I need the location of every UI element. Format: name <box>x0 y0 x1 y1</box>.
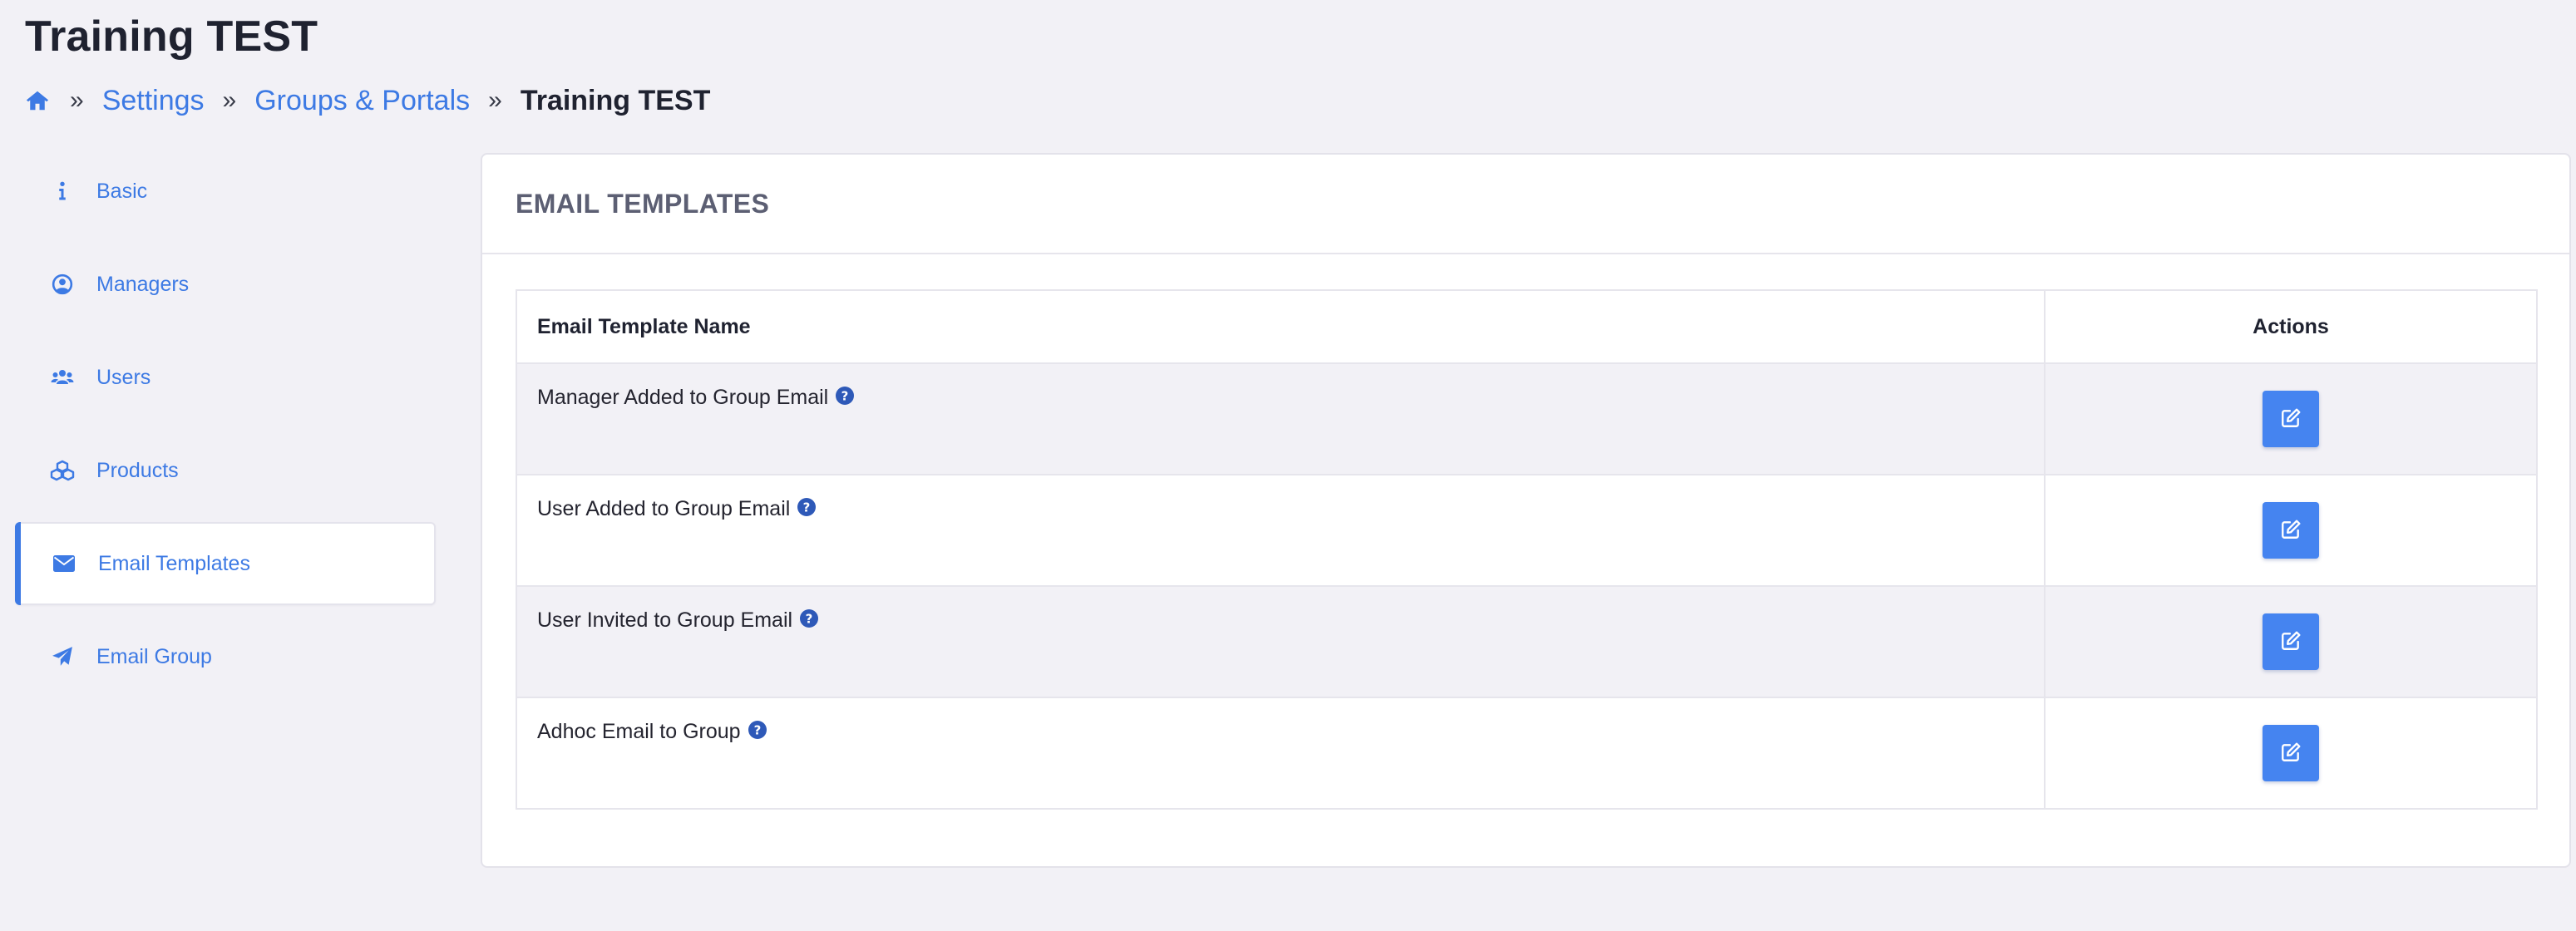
table-row: Manager Added to Group Email? <box>516 362 2538 475</box>
question-circle-icon[interactable]: ? <box>835 386 855 406</box>
page: Training TEST » Settings » Groups & Port… <box>0 0 2576 931</box>
breadcrumb-current: Training TEST <box>520 84 711 116</box>
question-circle-icon[interactable]: ? <box>748 720 767 740</box>
email-templates-table: Email Template Name Actions Manager Adde… <box>516 289 2538 810</box>
question-circle-icon[interactable]: ? <box>797 497 817 517</box>
envelope-icon <box>52 551 76 576</box>
template-name-cell: User Added to Group Email? <box>516 474 2046 587</box>
column-header-actions: Actions <box>2044 289 2538 364</box>
actions-cell <box>2044 362 2538 475</box>
sidebar-item-email-group[interactable]: Email Group <box>15 615 436 698</box>
table-row: Adhoc Email to Group? <box>516 697 2538 810</box>
sidebar-item-users[interactable]: Users <box>15 336 436 419</box>
svg-text:?: ? <box>806 612 813 627</box>
svg-text:?: ? <box>803 500 811 515</box>
template-name: User Invited to Group Email <box>537 608 793 632</box>
template-name: Adhoc Email to Group <box>537 720 741 743</box>
sidebar: Basic Managers Users Products Email Temp… <box>15 150 436 708</box>
breadcrumb-groups-portals-link[interactable]: Groups & Portals <box>254 85 470 117</box>
sidebar-item-email-templates[interactable]: Email Templates <box>15 522 436 605</box>
user-circle-icon <box>50 272 75 297</box>
paper-plane-icon <box>50 644 75 669</box>
card-title: EMAIL TEMPLATES <box>516 188 770 219</box>
question-circle-icon[interactable]: ? <box>799 608 819 628</box>
svg-text:?: ? <box>753 723 761 738</box>
page-title: Training TEST <box>25 12 318 61</box>
edit-icon <box>2280 407 2302 431</box>
breadcrumb: » Settings » Groups & Portals » Training… <box>25 80 710 121</box>
template-name: User Added to Group Email <box>537 497 791 520</box>
sidebar-item-label: Email Group <box>96 644 212 668</box>
sidebar-item-label: Users <box>96 365 151 389</box>
actions-cell <box>2044 585 2538 698</box>
template-name: Manager Added to Group Email <box>537 386 829 409</box>
sidebar-item-label: Email Templates <box>98 551 250 575</box>
email-templates-table-wrapper: Email Template Name Actions Manager Adde… <box>516 289 2538 810</box>
sidebar-item-label: Products <box>96 458 179 482</box>
edit-template-button[interactable] <box>2263 391 2319 447</box>
edit-icon <box>2280 741 2302 766</box>
card-header: EMAIL TEMPLATES <box>482 155 2569 254</box>
sidebar-item-label: Managers <box>96 272 190 296</box>
table-row: User Added to Group Email? <box>516 474 2538 587</box>
actions-cell <box>2044 697 2538 810</box>
table-row: User Invited to Group Email? <box>516 585 2538 698</box>
edit-template-button[interactable] <box>2263 725 2319 781</box>
actions-cell <box>2044 474 2538 587</box>
sidebar-item-products[interactable]: Products <box>15 429 436 512</box>
sidebar-item-managers[interactable]: Managers <box>15 243 436 326</box>
breadcrumb-separator: » <box>222 86 237 114</box>
home-icon[interactable] <box>25 87 52 114</box>
template-name-cell: Adhoc Email to Group? <box>516 697 2046 810</box>
sidebar-item-basic[interactable]: Basic <box>15 150 436 233</box>
edit-icon <box>2280 519 2302 543</box>
template-name-cell: Manager Added to Group Email? <box>516 362 2046 475</box>
breadcrumb-separator: » <box>70 86 84 114</box>
users-icon <box>50 365 75 390</box>
column-header-name: Email Template Name <box>516 289 2046 364</box>
breadcrumb-separator: » <box>488 86 502 114</box>
sidebar-item-label: Basic <box>96 179 148 203</box>
template-name-cell: User Invited to Group Email? <box>516 585 2046 698</box>
table-header-row: Email Template Name Actions <box>516 289 2538 364</box>
cubes-icon <box>50 458 75 483</box>
breadcrumb-settings-link[interactable]: Settings <box>102 85 205 117</box>
edit-icon <box>2280 630 2302 654</box>
edit-template-button[interactable] <box>2263 502 2319 559</box>
edit-template-button[interactable] <box>2263 613 2319 670</box>
info-icon <box>50 179 75 204</box>
svg-text:?: ? <box>841 389 849 404</box>
email-templates-card: EMAIL TEMPLATES Email Template Name Acti… <box>481 153 2571 868</box>
